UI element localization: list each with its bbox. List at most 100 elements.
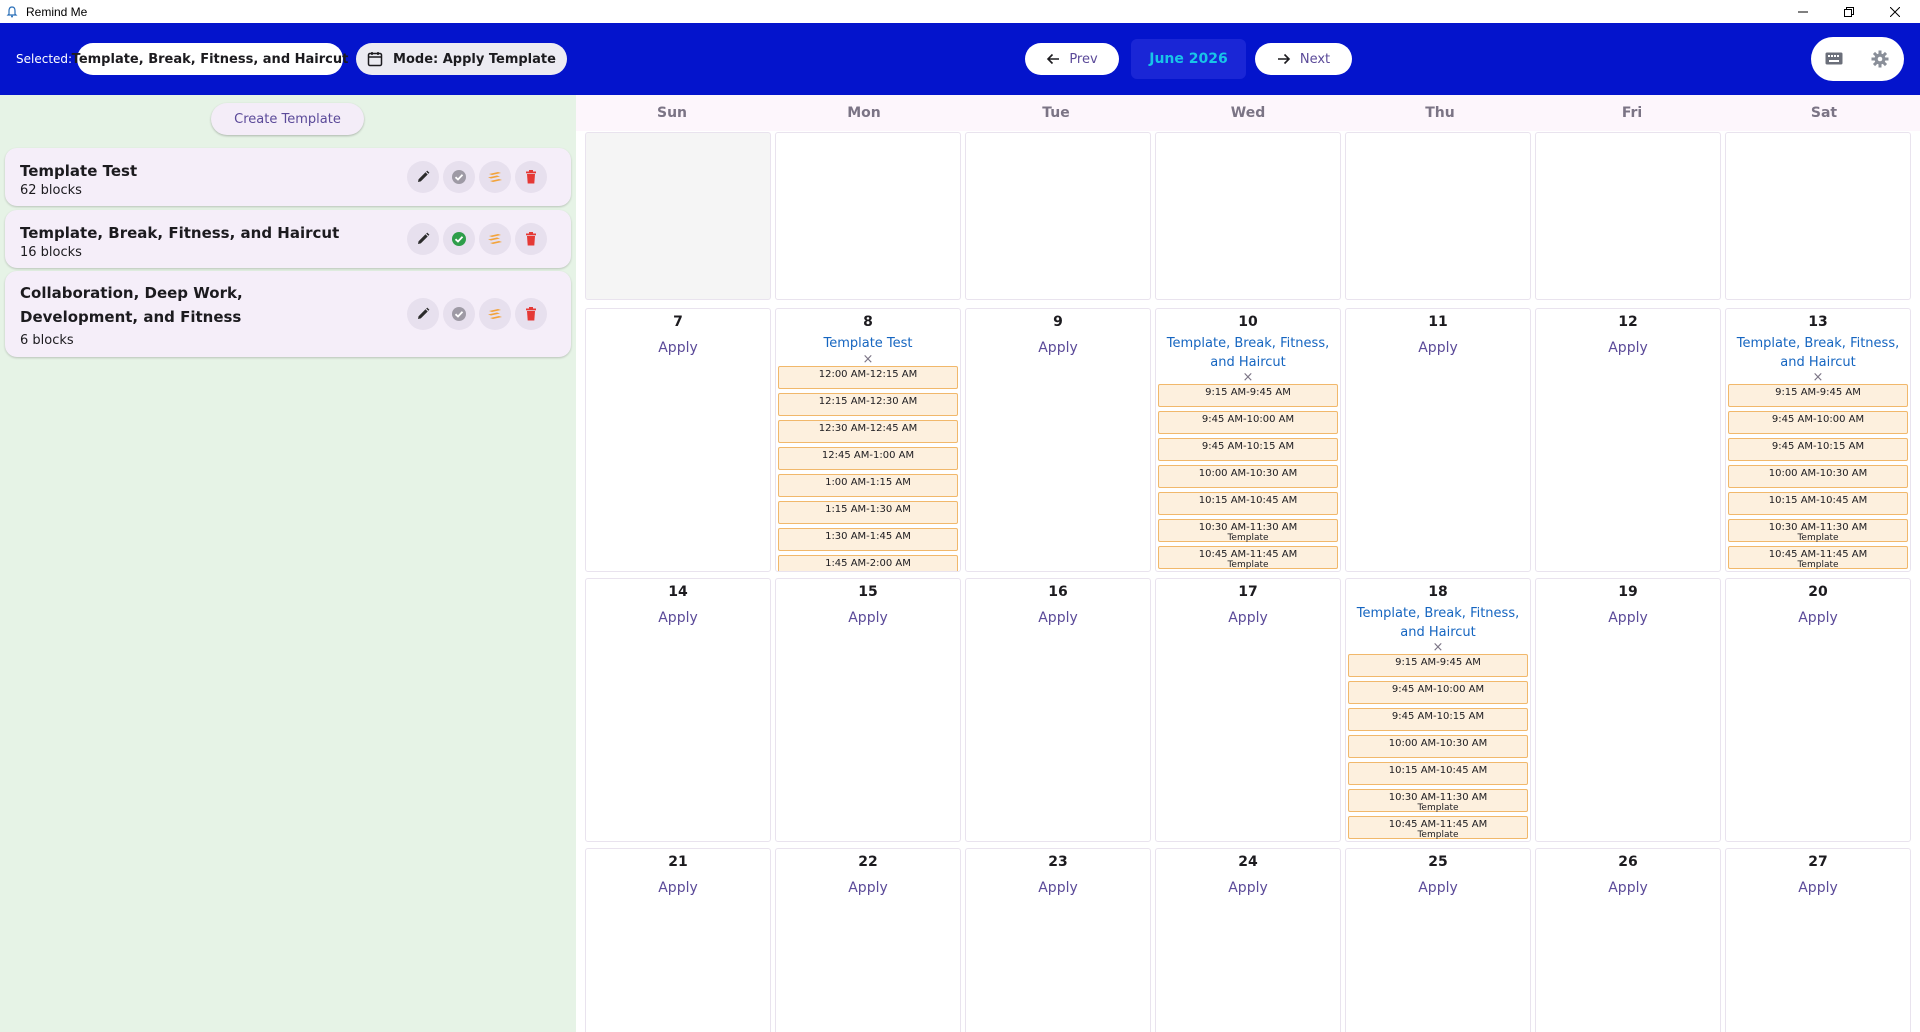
day-cell[interactable]: [1155, 132, 1341, 300]
apply-button[interactable]: Apply: [776, 880, 960, 896]
delete-template-button[interactable]: [515, 161, 547, 193]
day-cell[interactable]: 19 Apply: [1535, 578, 1721, 842]
select-template-button[interactable]: [443, 161, 475, 193]
day-cell[interactable]: 27 Apply: [1725, 848, 1911, 1032]
day-cell[interactable]: 26 Apply: [1535, 848, 1721, 1032]
time-block[interactable]: 9:15 AM-9:45 AM: [1158, 384, 1338, 407]
remove-template-button[interactable]: ×: [776, 353, 960, 366]
apply-button[interactable]: Apply: [586, 340, 770, 356]
selected-template-chip[interactable]: Template, Break, Fitness, and Haircut: [72, 43, 348, 75]
apply-button[interactable]: Apply: [1346, 340, 1530, 356]
restore-button[interactable]: [1826, 0, 1872, 23]
delete-template-button[interactable]: [515, 298, 547, 330]
close-button[interactable]: [1872, 0, 1918, 23]
select-template-button[interactable]: [443, 298, 475, 330]
apply-button[interactable]: Apply: [966, 340, 1150, 356]
time-block[interactable]: 9:45 AM-10:15 AM: [1158, 438, 1338, 461]
day-cell[interactable]: 7 Apply: [585, 308, 771, 572]
day-cell[interactable]: 13 Template, Break, Fitness, and Haircut ×…: [1725, 308, 1911, 572]
day-cell[interactable]: 24 Apply: [1155, 848, 1341, 1032]
apply-button[interactable]: Apply: [586, 610, 770, 626]
applied-template-link[interactable]: Template, Break, Fitness, and Haircut: [1726, 334, 1910, 372]
day-cell[interactable]: [1535, 132, 1721, 300]
time-block[interactable]: 9:45 AM-10:00 AM: [1728, 411, 1908, 434]
time-block[interactable]: 9:45 AM-10:00 AM: [1348, 681, 1528, 704]
time-block[interactable]: 10:45 AM-11:45 AM Template: [1728, 546, 1908, 570]
applied-template-link[interactable]: Template, Break, Fitness, and Haircut: [1156, 334, 1340, 372]
time-block[interactable]: 9:45 AM-10:00 AM: [1158, 411, 1338, 434]
template-card[interactable]: Template, Break, Fitness, and Haircut 16 …: [5, 210, 571, 268]
time-block[interactable]: 9:15 AM-9:45 AM: [1728, 384, 1908, 407]
time-block[interactable]: 9:15 AM-9:45 AM: [1348, 654, 1528, 677]
time-block[interactable]: 10:45 AM-11:45 AM Template: [1158, 546, 1338, 570]
time-block[interactable]: 12:00 AM-12:15 AM: [778, 366, 958, 389]
remove-template-button[interactable]: ×: [1156, 371, 1340, 384]
day-cell[interactable]: 25 Apply: [1345, 848, 1531, 1032]
apply-button[interactable]: Apply: [1536, 610, 1720, 626]
time-block[interactable]: 1:15 AM-1:30 AM: [778, 501, 958, 524]
day-cell[interactable]: 16 Apply: [965, 578, 1151, 842]
apply-button[interactable]: Apply: [1726, 610, 1910, 626]
day-cell[interactable]: [965, 132, 1151, 300]
time-block[interactable]: 10:45 AM-11:45 AM Template: [1348, 816, 1528, 840]
settings-button[interactable]: [1857, 37, 1903, 81]
day-cell[interactable]: 15 Apply: [775, 578, 961, 842]
day-cell[interactable]: [1725, 132, 1911, 300]
applied-template-link[interactable]: Template Test: [776, 334, 960, 353]
remove-template-button[interactable]: ×: [1726, 371, 1910, 384]
create-template-button[interactable]: Create Template: [211, 103, 364, 135]
day-cell[interactable]: 20 Apply: [1725, 578, 1911, 842]
apply-button[interactable]: Apply: [1536, 340, 1720, 356]
remove-template-button[interactable]: ×: [1346, 641, 1530, 654]
prev-month-button[interactable]: Prev: [1025, 43, 1119, 75]
template-card[interactable]: Collaboration, Deep Work, Development, a…: [5, 271, 571, 357]
time-block[interactable]: 10:00 AM-10:30 AM: [1158, 465, 1338, 488]
time-block[interactable]: 10:15 AM-10:45 AM: [1348, 762, 1528, 785]
select-template-button[interactable]: [443, 223, 475, 255]
day-cell[interactable]: 22 Apply: [775, 848, 961, 1032]
time-block[interactable]: 10:00 AM-10:30 AM: [1728, 465, 1908, 488]
template-card[interactable]: Template Test 62 blocks: [5, 148, 571, 206]
day-cell[interactable]: [775, 132, 961, 300]
time-block[interactable]: 1:45 AM-2:00 AM: [778, 555, 958, 571]
day-cell[interactable]: 9 Apply: [965, 308, 1151, 572]
apply-template-button[interactable]: [479, 161, 511, 193]
day-cell[interactable]: 10 Template, Break, Fitness, and Haircut ×…: [1155, 308, 1341, 572]
day-cell[interactable]: 23 Apply: [965, 848, 1151, 1032]
minimize-button[interactable]: [1780, 0, 1826, 23]
apply-template-button[interactable]: [479, 223, 511, 255]
apply-button[interactable]: Apply: [966, 610, 1150, 626]
delete-template-button[interactable]: [515, 223, 547, 255]
day-cell[interactable]: 18 Template, Break, Fitness, and Haircut ×…: [1345, 578, 1531, 842]
time-block[interactable]: 10:30 AM-11:30 AM Template: [1158, 519, 1338, 543]
apply-button[interactable]: Apply: [586, 880, 770, 896]
day-cell[interactable]: 8 Template Test × 12:00 AM-12:15 AM 12:15 AM…: [775, 308, 961, 572]
day-cell[interactable]: 12 Apply: [1535, 308, 1721, 572]
time-block[interactable]: 10:30 AM-11:30 AM Template: [1348, 789, 1528, 813]
time-block[interactable]: 12:45 AM-1:00 AM: [778, 447, 958, 470]
time-block[interactable]: 12:30 AM-12:45 AM: [778, 420, 958, 443]
day-cell[interactable]: 11 Apply: [1345, 308, 1531, 572]
apply-template-button[interactable]: [479, 298, 511, 330]
edit-template-button[interactable]: [407, 161, 439, 193]
edit-template-button[interactable]: [407, 223, 439, 255]
time-block[interactable]: 9:45 AM-10:15 AM: [1728, 438, 1908, 461]
time-block[interactable]: 10:15 AM-10:45 AM: [1728, 492, 1908, 515]
apply-button[interactable]: Apply: [1156, 880, 1340, 896]
time-block[interactable]: 1:00 AM-1:15 AM: [778, 474, 958, 497]
mode-button[interactable]: Mode: Apply Template: [356, 43, 567, 75]
next-month-button[interactable]: Next: [1255, 43, 1352, 75]
time-block[interactable]: 10:15 AM-10:45 AM: [1158, 492, 1338, 515]
apply-button[interactable]: Apply: [776, 610, 960, 626]
edit-template-button[interactable]: [407, 298, 439, 330]
day-cell[interactable]: 21 Apply: [585, 848, 771, 1032]
time-block[interactable]: 10:30 AM-11:30 AM Template: [1728, 519, 1908, 543]
apply-button[interactable]: Apply: [1536, 880, 1720, 896]
apply-button[interactable]: Apply: [1346, 880, 1530, 896]
time-block[interactable]: 9:45 AM-10:15 AM: [1348, 708, 1528, 731]
keyboard-button[interactable]: [1811, 37, 1857, 81]
apply-button[interactable]: Apply: [1726, 880, 1910, 896]
time-block[interactable]: 10:00 AM-10:30 AM: [1348, 735, 1528, 758]
day-cell[interactable]: [1345, 132, 1531, 300]
day-cell[interactable]: 14 Apply: [585, 578, 771, 842]
